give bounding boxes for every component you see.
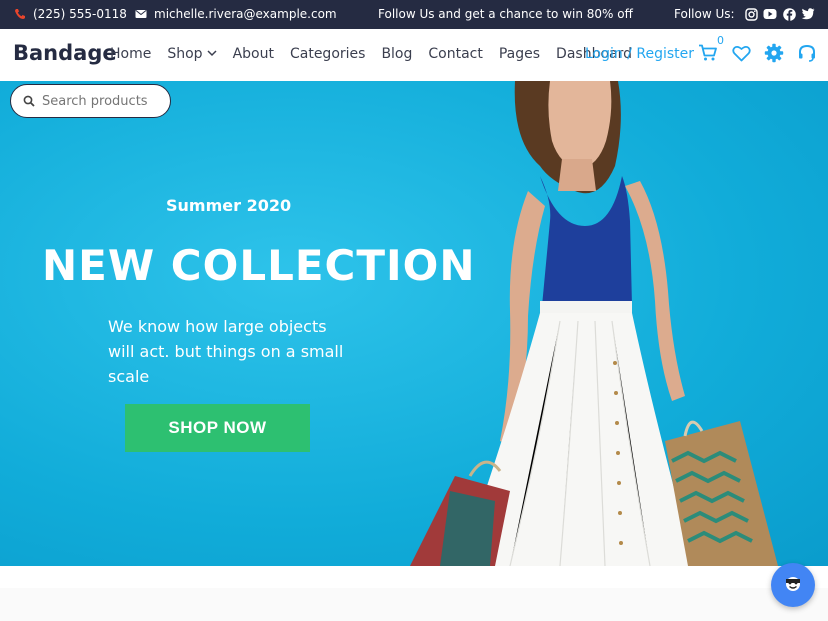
gear-icon[interactable] xyxy=(764,43,784,63)
nav-shop[interactable]: Shop xyxy=(167,46,217,62)
promo-text: Follow Us and get a chance to win 80% of… xyxy=(378,7,633,21)
main-menu: Home Shop About Categories Blog Contact … xyxy=(110,46,632,62)
mascot-icon xyxy=(783,573,803,597)
facebook-icon[interactable] xyxy=(782,7,796,21)
nav-shop-label: Shop xyxy=(167,46,203,62)
headset-icon[interactable] xyxy=(797,43,817,63)
phone-icon xyxy=(13,7,27,21)
search-box[interactable] xyxy=(10,84,171,118)
social-links xyxy=(744,7,815,21)
chat-widget-button[interactable] xyxy=(771,563,815,607)
email-address: michelle.rivera@example.com xyxy=(154,7,337,21)
nav-blog[interactable]: Blog xyxy=(381,46,412,62)
youtube-icon[interactable] xyxy=(763,7,777,21)
follow-label: Follow Us: xyxy=(674,7,735,21)
search-input[interactable] xyxy=(42,93,162,109)
nav-icon-group xyxy=(698,43,817,63)
login-register-link[interactable]: Login / Register xyxy=(585,46,694,62)
section-divider xyxy=(0,566,828,588)
brand-logo[interactable]: Bandage xyxy=(13,41,117,65)
shop-now-button[interactable]: SHOP NOW xyxy=(125,404,310,452)
phone-number: (225) 555-0118 xyxy=(33,7,127,21)
nav-about[interactable]: About xyxy=(233,46,274,62)
hero-description: We know how large objects will act. but … xyxy=(108,317,344,386)
nav-pages[interactable]: Pages xyxy=(499,46,540,62)
main-navbar: Bandage Home Shop About Categories Blog … xyxy=(0,29,828,81)
hero-season: Summer 2020 xyxy=(166,196,292,215)
cart-icon[interactable] xyxy=(698,43,718,63)
twitter-icon[interactable] xyxy=(801,7,815,21)
search-icon xyxy=(23,92,35,111)
top-bar: (225) 555-0118 michelle.rivera@example.c… xyxy=(0,0,828,29)
heart-icon[interactable] xyxy=(731,43,751,63)
nav-contact[interactable]: Contact xyxy=(428,46,482,62)
nav-home[interactable]: Home xyxy=(110,46,151,62)
nav-categories[interactable]: Categories xyxy=(290,46,365,62)
hero-model-image xyxy=(410,81,778,566)
email-contact[interactable]: michelle.rivera@example.com xyxy=(134,7,337,21)
phone-contact[interactable]: (225) 555-0118 xyxy=(13,7,127,21)
chevron-down-icon xyxy=(207,50,217,60)
hero-banner: Summer 2020 NEW COLLECTION We know how l… xyxy=(0,81,828,566)
mail-icon xyxy=(134,7,148,21)
instagram-icon[interactable] xyxy=(744,7,758,21)
